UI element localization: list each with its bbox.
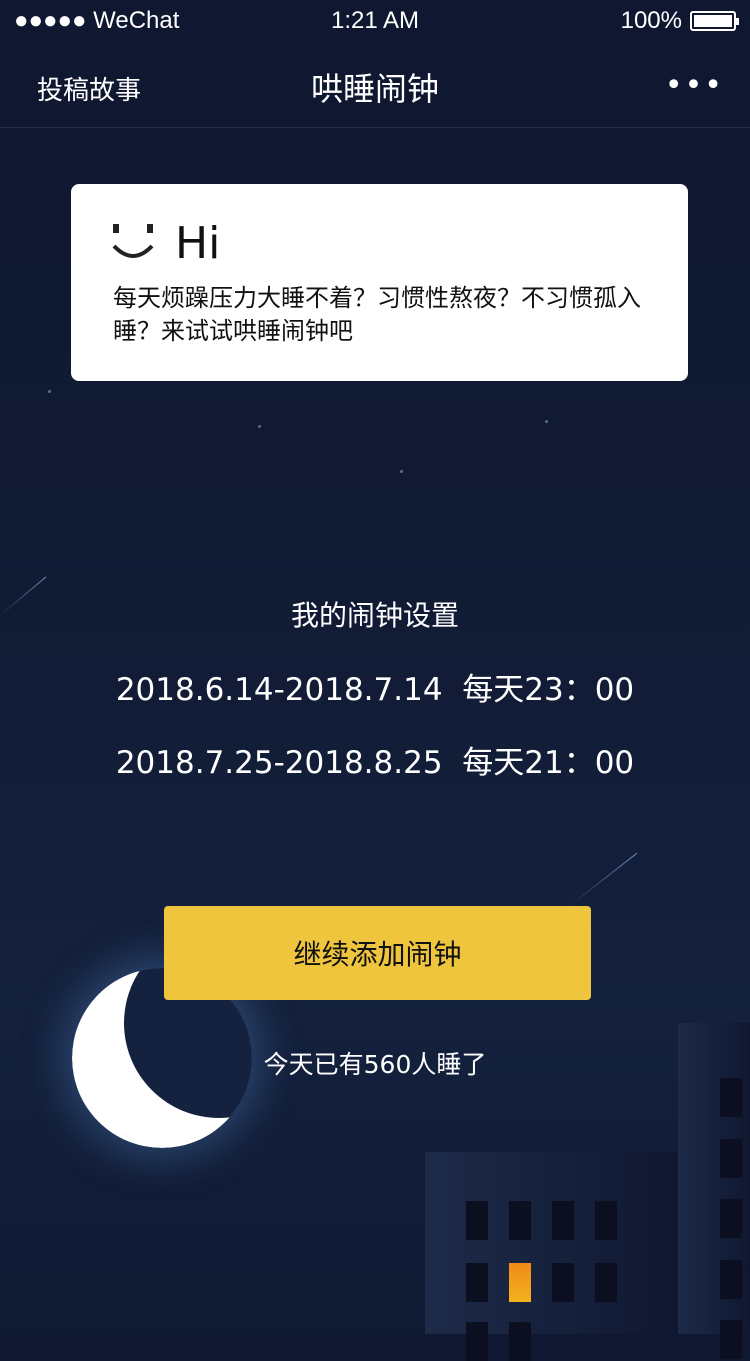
star	[258, 425, 261, 428]
battery-percent: 100%	[620, 7, 682, 34]
window	[720, 1078, 742, 1117]
window	[466, 1322, 488, 1361]
sleep-count: 今天已有560人睡了	[263, 1050, 487, 1079]
more-icon[interactable]: •••	[665, 68, 724, 103]
star	[545, 420, 548, 423]
window	[552, 1263, 574, 1302]
alarm-item[interactable]: 2018.7.25-2018.8.25 每天21：00	[0, 737, 750, 782]
window	[720, 1199, 742, 1238]
window	[595, 1201, 617, 1240]
lit-window	[509, 1263, 531, 1302]
shooting-star	[569, 852, 638, 906]
window	[509, 1201, 531, 1240]
add-alarm-button[interactable]: 继续添加闹钟	[164, 906, 591, 1000]
window	[720, 1320, 742, 1359]
building	[678, 1023, 750, 1359]
building	[425, 1152, 678, 1361]
window	[466, 1201, 488, 1240]
battery-status: 100%	[620, 7, 739, 35]
alarm-heading: 我的闹钟设置	[290, 599, 459, 632]
greeting: Hi	[175, 218, 221, 269]
window	[509, 1322, 531, 1361]
alarm-item[interactable]: 2018.6.14-2018.7.14 每天23：00	[0, 664, 750, 709]
smile-icon	[112, 224, 154, 258]
page-title: 哄睡闹钟	[310, 70, 439, 108]
window	[720, 1139, 742, 1178]
status-bar: ●●●●● WeChat 1:21 AM 100%	[0, 0, 750, 40]
star	[400, 470, 403, 473]
window	[466, 1263, 488, 1302]
window	[552, 1201, 574, 1240]
window	[595, 1263, 617, 1302]
nav-bar: 投稿故事 哄睡闹钟 •••	[0, 40, 750, 128]
star	[48, 390, 51, 393]
battery-icon	[690, 11, 739, 31]
greeting-card: Hi 每天烦躁压力大睡不着？习惯性熬夜？不习惯孤入睡？来试试哄睡闹钟吧	[71, 184, 688, 381]
window	[720, 1260, 742, 1299]
intro-text: 每天烦躁压力大睡不着？习惯性熬夜？不习惯孤入睡？来试试哄睡闹钟吧	[113, 284, 641, 345]
